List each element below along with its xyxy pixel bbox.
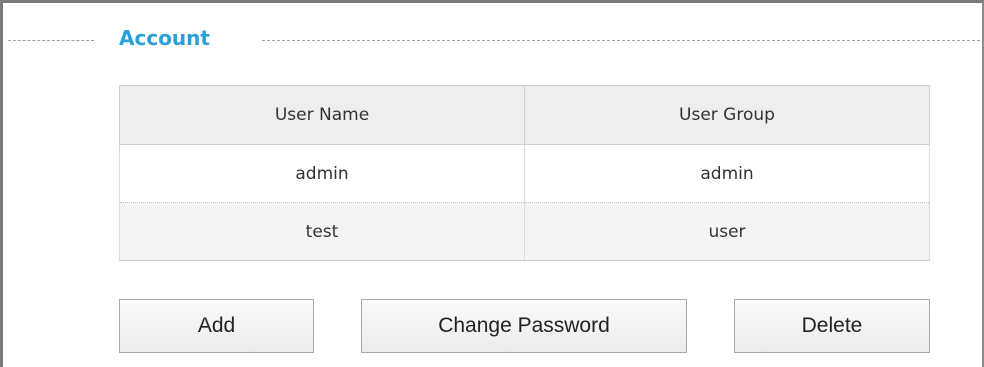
table-row[interactable]: admin admin <box>119 144 930 203</box>
change-password-button[interactable]: Change Password <box>361 299 687 353</box>
cell-user-group: admin <box>524 144 930 203</box>
column-header-user-group: User Group <box>524 85 930 145</box>
column-header-user-name: User Name <box>119 85 525 145</box>
cell-user-name: admin <box>119 144 525 203</box>
cell-user-group: user <box>524 202 930 261</box>
account-table: User Name User Group admin admin test us… <box>119 85 930 261</box>
add-button[interactable]: Add <box>119 299 314 353</box>
cell-user-name: test <box>119 202 525 261</box>
section-divider-right <box>262 40 980 41</box>
section-divider-left <box>8 40 94 41</box>
table-row[interactable]: test user <box>119 202 930 261</box>
section-title: Account <box>119 26 210 50</box>
table-header-row: User Name User Group <box>119 85 930 145</box>
delete-button[interactable]: Delete <box>734 299 930 353</box>
